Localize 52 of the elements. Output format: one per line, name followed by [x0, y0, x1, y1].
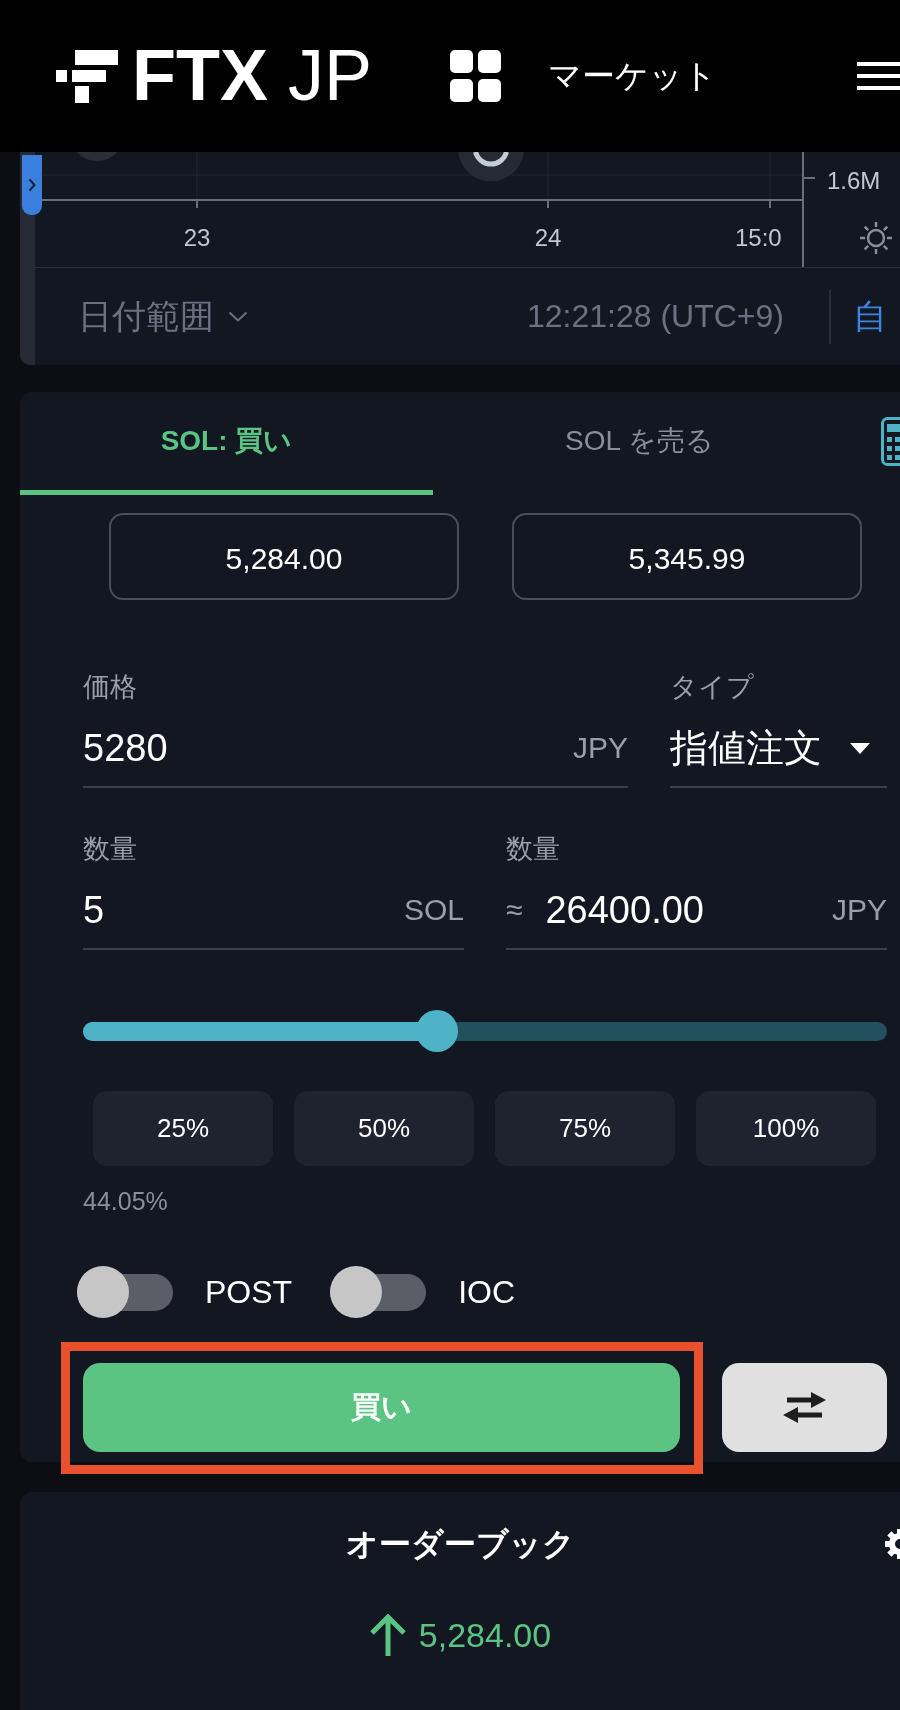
calculator-icon[interactable] — [881, 417, 900, 466]
axis-label: 15:0 — [735, 224, 782, 251]
axis-label: 1.6M — [827, 167, 881, 194]
side-panel-toggle[interactable] — [22, 155, 42, 215]
event-marker-icon[interactable] — [76, 152, 118, 161]
swap-button[interactable] — [722, 1363, 887, 1452]
logo-mark-icon — [56, 49, 118, 103]
chevron-down-icon — [228, 311, 248, 322]
toggle-switch[interactable] — [77, 1266, 173, 1318]
percent-button[interactable]: 100% — [696, 1091, 876, 1166]
field-label: タイプ — [670, 671, 754, 704]
date-range-dropdown[interactable]: 日付範囲 — [78, 293, 248, 340]
price-quote-button[interactable]: 5,284.00 — [109, 513, 459, 600]
field-label: 数量 — [83, 833, 137, 866]
percent-button[interactable]: 50% — [294, 1091, 474, 1166]
logo-text: FTX JP — [132, 47, 372, 105]
currency-unit: JPY — [831, 893, 887, 927]
auto-link[interactable]: 自 — [853, 293, 887, 340]
order-side-tab[interactable]: SOL: 買い — [20, 392, 433, 495]
last-price: 5,284.00 — [418, 1615, 552, 1655]
time-label: 12:21:28 (UTC+9) — [527, 298, 784, 335]
swap-arrows-icon — [783, 1392, 826, 1423]
approx-sign: ≈ — [506, 893, 523, 927]
field-label: 数量 — [506, 833, 560, 866]
event-marker-icon[interactable] — [458, 152, 524, 182]
menu-icon[interactable] — [857, 62, 900, 90]
order-type-dropdown[interactable]: 指値注文 — [670, 718, 887, 788]
toggle-label: POST — [205, 1273, 293, 1311]
toggle-label: IOC — [458, 1273, 515, 1311]
markets-nav-link[interactable]: マーケット — [450, 50, 717, 102]
price-quote-button[interactable]: 5,345.99 — [512, 513, 862, 600]
percent-slider[interactable] — [83, 1010, 887, 1052]
price-input[interactable]: 5280 JPY — [83, 718, 628, 788]
total-input[interactable]: ≈ 26400.00 JPY — [506, 880, 887, 950]
order-side-tab[interactable]: SOL を売る — [433, 392, 846, 495]
axis-label: 23 — [183, 224, 211, 251]
sun-icon[interactable] — [860, 222, 892, 254]
order-book-title: オーダーブック — [345, 1525, 575, 1564]
percent-reading: 44.05% — [83, 1186, 168, 1216]
amount-input[interactable]: 5 SOL — [83, 880, 464, 950]
currency-unit: JPY — [572, 731, 628, 765]
caret-down-icon — [850, 742, 870, 754]
field-label: 価格 — [83, 671, 137, 704]
slider-thumb[interactable] — [416, 1010, 459, 1052]
currency-unit: SOL — [403, 893, 464, 927]
percent-button[interactable]: 75% — [495, 1091, 675, 1166]
percent-button[interactable]: 25% — [93, 1091, 273, 1166]
settings-icon[interactable] — [884, 1529, 900, 1559]
toggle-switch[interactable] — [330, 1266, 427, 1318]
chevron-right-icon — [28, 178, 36, 192]
grid-icon — [450, 50, 501, 102]
axis-label: 24 — [534, 224, 562, 251]
